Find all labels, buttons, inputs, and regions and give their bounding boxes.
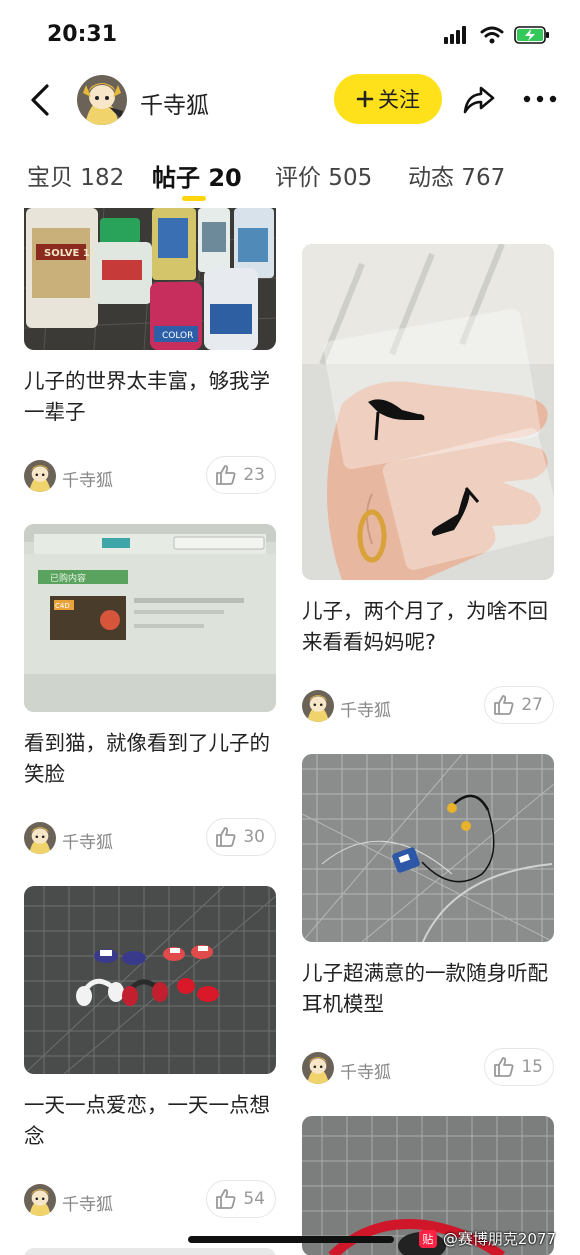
status-icons xyxy=(444,26,550,44)
post-image-sneakers-headphones xyxy=(24,886,276,1074)
tab-posts[interactable]: 帖子 20 xyxy=(152,158,242,193)
thumbs-up-icon xyxy=(216,465,236,485)
profile-header: 千寺狐 关注 xyxy=(0,64,580,136)
screen-menu-text: 已购内容 xyxy=(50,572,86,584)
like-count: 23 xyxy=(243,465,265,485)
follow-label: 关注 xyxy=(378,88,420,112)
author-name[interactable]: 千寺狐 xyxy=(340,1058,391,1083)
author-name[interactable]: 千寺狐 xyxy=(62,828,113,853)
wifi-icon xyxy=(480,26,504,44)
like-button[interactable]: 30 xyxy=(206,818,276,856)
active-tab-indicator xyxy=(182,196,206,201)
like-button[interactable]: 23 xyxy=(206,456,276,494)
status-bar: 20:31 xyxy=(0,0,580,64)
watermark: 贴 @赛博朋克2077 xyxy=(418,1228,556,1249)
cellular-signal-icon xyxy=(444,26,466,44)
author-avatar[interactable] xyxy=(24,822,56,854)
like-count: 54 xyxy=(243,1189,265,1209)
post-title[interactable]: 儿子超满意的一款随身听配耳机模型 xyxy=(302,958,554,1020)
like-button[interactable]: 15 xyxy=(484,1048,554,1086)
avatar[interactable] xyxy=(77,75,127,125)
post-meta: 千寺狐 27 xyxy=(302,686,554,726)
watermark-badge: 贴 xyxy=(418,1229,437,1248)
post-title[interactable]: 看到猫，就像看到了儿子的笑脸 xyxy=(24,728,276,790)
post-title[interactable]: 儿子，两个月了，为啥不回来看看妈妈呢? xyxy=(302,596,554,658)
post-meta: 千寺狐 15 xyxy=(302,1048,554,1088)
post-image-walkman-model xyxy=(302,754,554,942)
battery-charging-icon xyxy=(514,26,549,44)
thumbs-up-icon xyxy=(216,1189,236,1209)
author-name[interactable]: 千寺狐 xyxy=(62,1190,113,1215)
tab-reviews[interactable]: 评价 505 xyxy=(275,158,372,192)
author-avatar[interactable] xyxy=(24,1184,56,1216)
like-button[interactable]: 27 xyxy=(484,686,554,724)
follow-button[interactable]: 关注 xyxy=(334,74,442,124)
home-indicator[interactable] xyxy=(188,1236,394,1243)
post-card[interactable]: 儿子，两个月了，为啥不回来看看妈妈呢? 千寺狐 27 xyxy=(302,244,554,726)
post-image-monitor-screen: 已购内容 C4D xyxy=(24,524,276,712)
post-card[interactable]: 儿子超满意的一款随身听配耳机模型 千寺狐 15 xyxy=(302,754,554,1088)
post-meta: 千寺狐 30 xyxy=(24,818,276,858)
post-meta: 千寺狐 54 xyxy=(24,1180,276,1220)
thumbs-up-icon xyxy=(216,827,236,847)
like-count: 30 xyxy=(243,827,265,847)
like-count: 15 xyxy=(521,1057,543,1077)
share-icon[interactable] xyxy=(462,82,496,116)
post-meta: 千寺狐 23 xyxy=(24,456,276,496)
author-avatar[interactable] xyxy=(302,690,334,722)
watermark-text: @赛博朋克2077 xyxy=(442,1230,556,1248)
post-card[interactable]: 一天一点爱恋，一天一点想念 千寺狐 54 xyxy=(24,886,276,1220)
post-card[interactable]: 已购内容 C4D 看到猫，就像看到了儿子的笑脸 千寺狐 30 xyxy=(24,524,276,858)
author-avatar[interactable] xyxy=(24,460,56,492)
more-options-icon[interactable] xyxy=(522,94,558,104)
status-time: 20:31 xyxy=(47,22,118,47)
profile-tabs: 宝贝 182 帖子 20 评价 505 动态 767 xyxy=(0,150,580,206)
author-avatar[interactable] xyxy=(302,1052,334,1084)
profile-username: 千寺狐 xyxy=(140,93,209,119)
post-image-paint-bottles: SOLVE 110 COLOR xyxy=(24,208,276,350)
author-name[interactable]: 千寺狐 xyxy=(340,696,391,721)
like-button[interactable]: 54 xyxy=(206,1180,276,1218)
thumbs-up-icon xyxy=(494,695,514,715)
author-name[interactable]: 千寺狐 xyxy=(62,466,113,491)
back-arrow-icon[interactable] xyxy=(26,82,56,118)
post-title[interactable]: 一天一点爱恋，一天一点想念 xyxy=(24,1090,276,1152)
tab-items[interactable]: 宝贝 182 xyxy=(27,158,124,192)
post-feed: SOLVE 110 COLOR 儿子的世界太丰富，够我学一辈子 千寺狐 23 已… xyxy=(0,208,580,1255)
bottle-color-text: COLOR xyxy=(162,331,193,341)
post-title[interactable]: 儿子的世界太丰富，够我学一辈子 xyxy=(24,366,276,428)
course-tag-text: C4D xyxy=(55,602,70,610)
post-card[interactable]: SOLVE 110 COLOR 儿子的世界太丰富，够我学一辈子 千寺狐 23 xyxy=(24,208,276,496)
like-count: 27 xyxy=(521,695,543,715)
post-image-tiny-heels xyxy=(302,244,554,580)
post-card-partial[interactable] xyxy=(24,1248,276,1255)
thumbs-up-icon xyxy=(494,1057,514,1077)
plus-icon xyxy=(356,90,374,108)
tab-activity[interactable]: 动态 767 xyxy=(408,158,505,192)
